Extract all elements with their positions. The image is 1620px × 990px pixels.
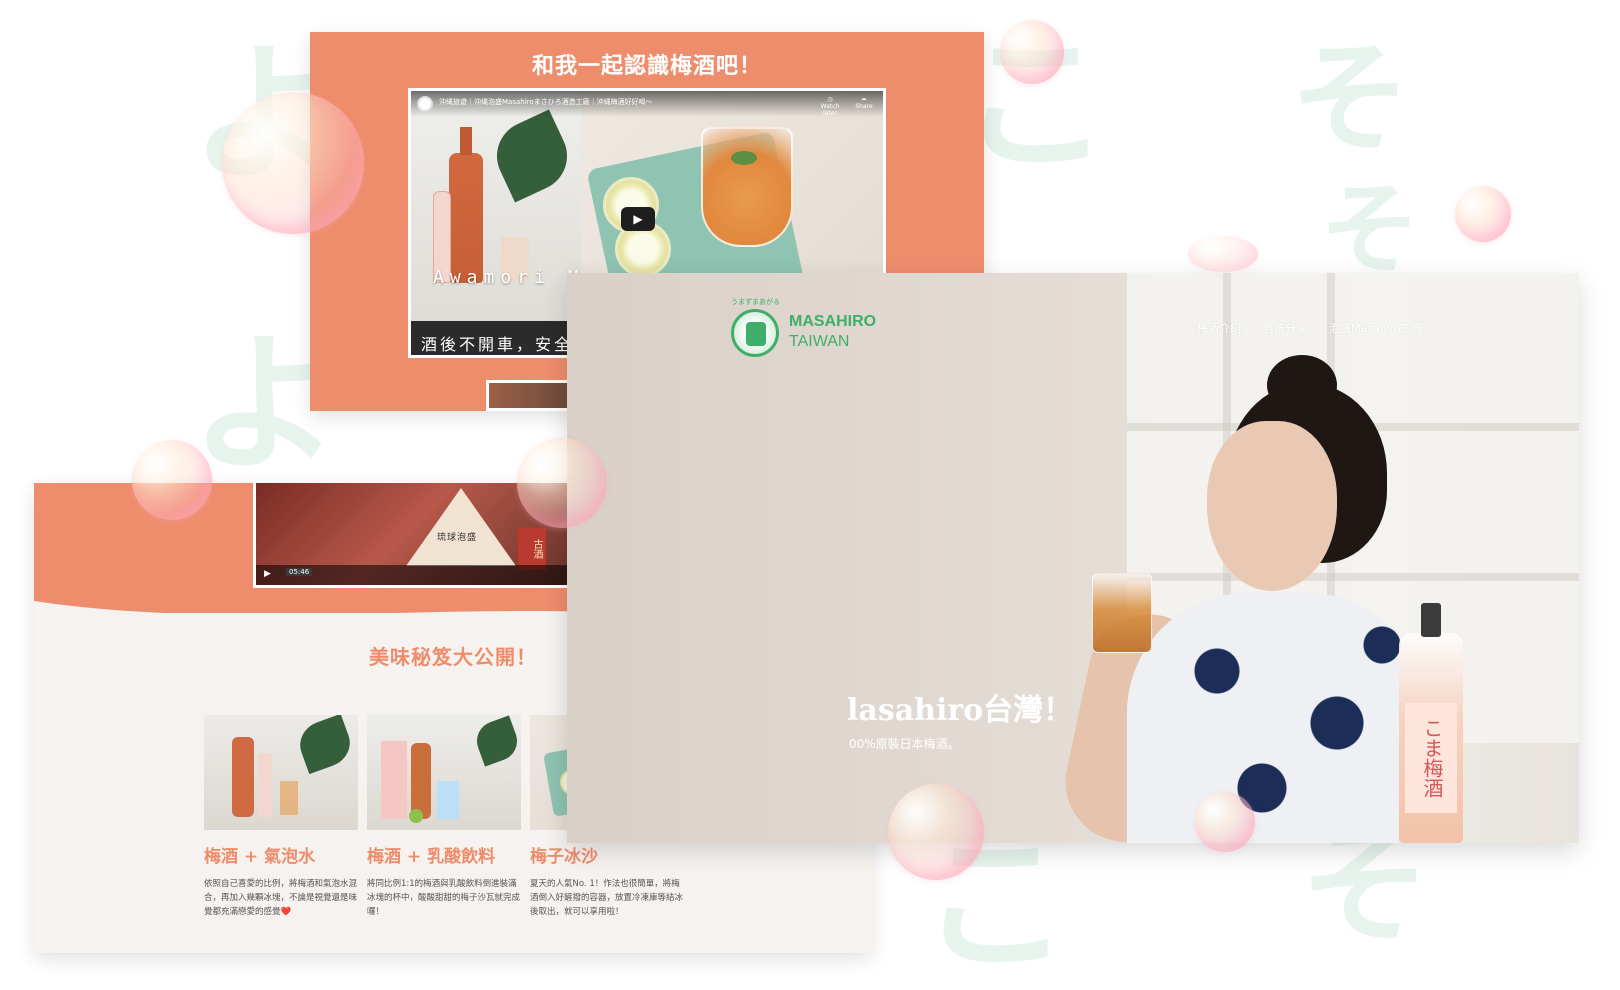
share-label: Share [855,103,873,110]
plant-leaf-shape [485,109,579,203]
glass-shape [280,781,298,815]
main-nav: 梅酒介紹 食譜分享 泡盛Masahiro工廠 [1197,320,1423,336]
video-title-text: 沖縄旅遊｜沖縄泡盛Masahiroまさひろ酒造工廠｜沖縄梅酒好好喝～ [439,98,653,106]
bubble-decoration [132,440,212,520]
brand-tagline: うまずまあがる [731,298,780,306]
bubble-decoration [1455,186,1511,242]
umeshu-bottle-shape: こま梅酒 [1399,603,1463,843]
video-title-bar: 沖縄旅遊｜沖縄泡盛Masahiroまさひろ酒造工廠｜沖縄梅酒好好喝～ [411,91,883,117]
jelly-glass-shape [701,127,793,247]
share-button[interactable]: ➦ Share [849,96,879,110]
bg-kana-4: そ [1290,30,1410,169]
recipe-card[interactable]: 梅酒 + 乳酸飲料 將同比例1:1的梅酒與乳酸飲料倒進裝滿冰塊的杯中，酸酸甜甜的… [367,715,521,919]
watch-later-button[interactable]: ◷ Watch later [815,96,845,117]
nav-item-umeshu-intro[interactable]: 梅酒介紹 [1197,320,1241,336]
watch-later-label: Watch later [820,103,840,117]
umeshu-bottle-shape [449,127,483,283]
video-sign-text: 琉球泡盛 [437,533,478,543]
play-button[interactable]: ▶ [621,207,655,231]
video-section-title: 和我一起認識梅酒吧！ [531,53,762,79]
recipe-image-2 [367,715,521,830]
channel-logo-icon[interactable] [417,96,433,112]
mint-sprig-shape [731,151,757,165]
clock-icon: ◷ [827,96,833,103]
bubble-decoration [222,92,364,234]
bubble-decoration [517,438,607,528]
brand-name: MASAHIRO [789,313,877,330]
hero-headline: lasahiro台灣！ [847,693,1074,728]
nav-item-recipes[interactable]: 食譜分享 [1263,320,1307,336]
recipe-description: 將同比例1:1的梅酒與乳酸飲料倒進裝滿冰塊的杯中，酸酸甜甜的梅子沙瓦就完成囉！ [367,879,521,917]
woman-bun-shape [1267,355,1337,415]
recipe-image-1 [204,715,358,830]
vimeo-play-icon[interactable]: ▶ [264,569,271,579]
next-video-thumbnail[interactable] [486,380,576,411]
brand-emblem-icon [731,309,779,357]
recipe-name: 梅酒 + 乳酸飲料 [367,847,496,867]
recipe-name: 梅子冰沙 [530,847,598,867]
bubble-decoration [1000,20,1064,84]
recipe-description: 依照自己喜愛的比例，將梅酒和氣泡水混合，再加入幾顆冰塊，不論是視覺還是味覺都充滿… [204,879,358,917]
glass-shape [1092,573,1152,653]
gift-box-shape [381,741,407,819]
bottle-label: こま梅酒 [1405,703,1457,813]
woman-body-shape [1127,593,1427,843]
share-icon: ➦ [861,96,867,103]
video-label-text: 古酒 [518,528,546,570]
woman-face-shape [1207,421,1337,591]
bubble-decoration [1195,792,1255,852]
recipe-name: 梅酒 + 氣泡水 [204,847,316,867]
play-icon: ▶ [633,212,643,226]
brand-subname: TAIWAN [789,333,850,350]
video-sign-shape [406,488,516,566]
bubble-decoration [1188,236,1258,272]
vimeo-time: 05:46 [286,568,313,576]
hero-subline: 00%原裝日本梅酒。 [849,737,960,751]
plant-leaf-shape [471,715,521,767]
bottle-shape [411,743,431,819]
nav-item-factory[interactable]: 泡盛Masahiro工廠 [1329,320,1423,336]
drink-carton-shape [437,781,459,819]
recipe-card[interactable]: 梅酒 + 氣泡水 依照自己喜愛的比例，將梅酒和氣泡水混合，再加入幾顆冰塊，不論是… [204,715,358,919]
hero-section-panel: こま梅酒 うまずまあがる MASAHIRO TAIWAN 梅酒介紹 食譜分享 泡… [567,273,1579,843]
video-overlay-text: Awamori M [433,267,585,288]
bubble-decoration [888,784,984,880]
small-bottle-shape [258,753,272,817]
plant-leaf-shape [293,715,357,775]
lime-shape [409,809,423,823]
recipe-description: 夏天的人氣No. 1！作法也很簡單，將梅酒倒入好鏟撥的容器，放置冷凍庫等結冰後取… [530,879,684,917]
bg-kana-5: そ [1320,171,1420,288]
bottle-shape [232,737,254,817]
